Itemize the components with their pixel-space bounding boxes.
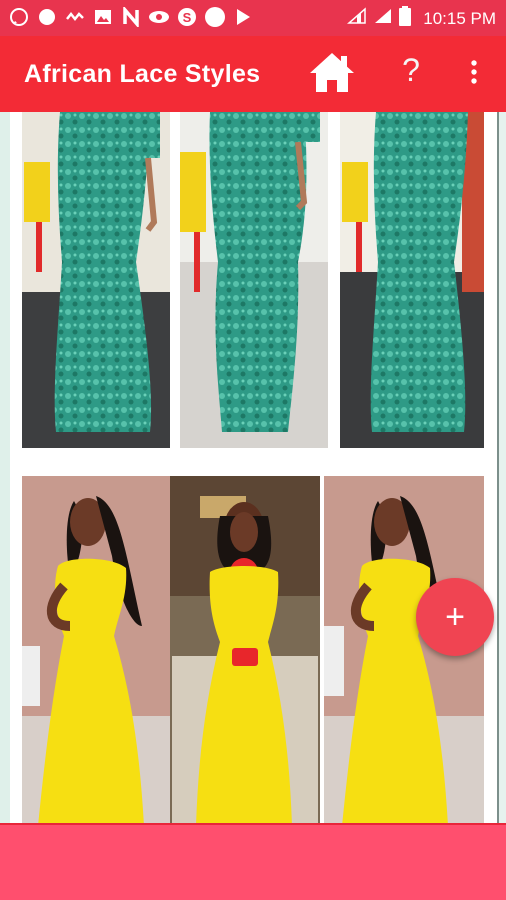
style-gallery xyxy=(10,112,497,823)
more-vert-icon xyxy=(471,60,477,84)
scroll-edge xyxy=(497,112,506,823)
s-app-icon: S xyxy=(176,6,198,28)
signal-strength-icon xyxy=(347,7,367,30)
more-options-button[interactable] xyxy=(466,58,482,88)
signal-wave-icon xyxy=(64,6,86,28)
help-button[interactable]: ? xyxy=(396,52,426,89)
app-title: African Lace Styles xyxy=(24,60,261,88)
circle-icon xyxy=(204,6,226,28)
gallery-item-yellow-dress[interactable] xyxy=(22,476,484,823)
yellow-mermaid-dress-photo xyxy=(22,476,484,823)
bottom-banner xyxy=(0,823,506,900)
eye-icon xyxy=(148,6,170,28)
image-icon xyxy=(92,6,114,28)
system-status: 10:15 PM xyxy=(347,6,496,31)
home-button[interactable] xyxy=(307,50,357,96)
plus-icon: + xyxy=(445,598,465,636)
home-icon xyxy=(310,53,354,92)
clock: 10:15 PM xyxy=(423,8,496,28)
svg-text:S: S xyxy=(183,10,192,25)
n-app-icon xyxy=(120,6,142,28)
app-toolbar: African Lace Styles ? xyxy=(0,36,506,112)
add-fab-button[interactable]: + xyxy=(416,578,494,656)
whatsapp-icon xyxy=(8,6,30,28)
battery-icon xyxy=(399,6,412,31)
compass-icon xyxy=(36,6,58,28)
status-bar: S 10:15 PM xyxy=(0,0,506,36)
gallery-item-green-lace[interactable] xyxy=(22,112,484,448)
signal-strength-icon xyxy=(373,7,393,30)
play-store-icon xyxy=(232,6,254,28)
notification-icons: S xyxy=(8,6,254,28)
green-lace-gown-photo xyxy=(22,112,484,448)
